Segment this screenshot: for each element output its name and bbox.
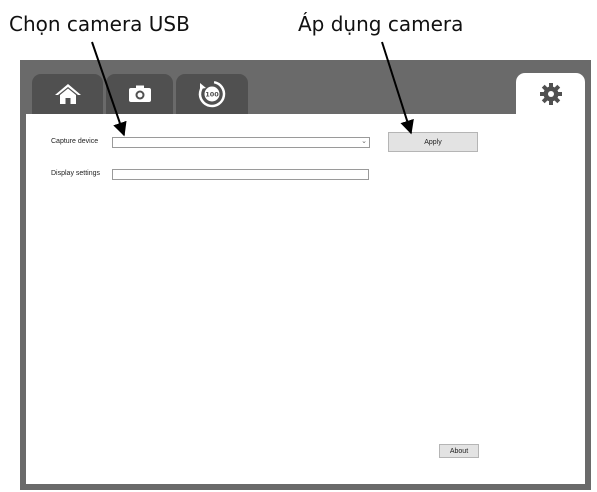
gear-icon bbox=[539, 83, 562, 105]
tab-home[interactable] bbox=[32, 74, 103, 114]
chevron-down-icon: ⌄ bbox=[361, 138, 367, 145]
annotation-select-usb-camera: Chọn camera USB bbox=[9, 12, 190, 36]
display-settings-field[interactable] bbox=[112, 169, 369, 180]
tab-settings[interactable] bbox=[516, 73, 585, 115]
timer-badge: 100 bbox=[205, 91, 219, 99]
tab-counter[interactable]: 100 bbox=[176, 74, 248, 114]
display-settings-label: Display settings bbox=[51, 170, 101, 177]
apply-button[interactable]: Apply bbox=[388, 132, 478, 152]
tab-camera[interactable] bbox=[106, 74, 173, 114]
app-window: 100 Capture device ⌄ Display settings Ap… bbox=[20, 60, 591, 490]
timer-100-icon: 100 bbox=[198, 80, 226, 108]
home-icon bbox=[54, 84, 81, 104]
annotation-apply-camera: Áp dụng camera bbox=[298, 12, 464, 36]
camera-icon bbox=[128, 85, 151, 102]
about-button[interactable]: About bbox=[439, 444, 479, 458]
tab-bar: 100 bbox=[20, 60, 591, 115]
capture-device-label: Capture device bbox=[51, 138, 99, 145]
settings-panel: Capture device ⌄ Display settings Apply … bbox=[26, 114, 585, 484]
capture-device-select[interactable]: ⌄ bbox=[112, 137, 370, 148]
